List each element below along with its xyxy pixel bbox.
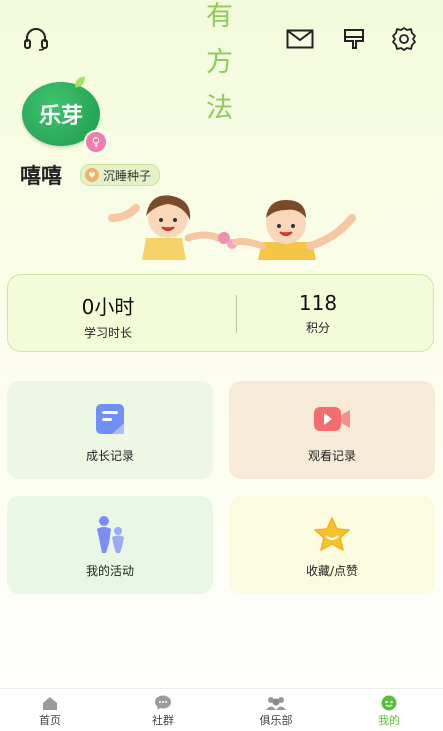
heart-badge-icon: ♥ [85,168,99,182]
level-badge[interactable]: ♥ 沉睡种子 [80,164,161,186]
level-badge-label: 沉睡种子 [103,168,152,183]
nav-label: 我的 [378,714,400,727]
slogan-char: 法 [206,93,233,124]
study-time-stat[interactable]: 0小时 学习时长 [8,275,208,341]
points-stat[interactable]: 118 积分 [258,275,378,336]
people-icon [241,694,311,712]
watch-record-label: 观看记录 [307,449,356,463]
growth-record-icon [90,401,130,437]
theme-brush-icon[interactable] [340,26,368,52]
study-time-value: 0小时 [81,295,135,319]
leaf-icon [72,76,88,88]
family-activity-icon [90,516,130,553]
study-time-label: 学习时长 [83,326,132,340]
star-icon [312,516,352,552]
slogan: 有 方 法 [206,0,233,132]
nav-label: 俱乐部 [259,714,293,727]
profile-icon [354,694,424,712]
gear-icon[interactable] [390,26,418,52]
my-activity-tile[interactable]: 我的活动 [7,496,213,594]
home-icon [15,694,85,712]
username: 嘻嘻 [20,164,62,188]
stats-divider [236,295,237,333]
nav-item-community[interactable]: 社群 [128,694,198,728]
logo-text: 乐芽 [38,104,83,129]
slogan-char: 有 [206,1,233,32]
nav-label: 社群 [152,714,174,727]
growth-record-tile[interactable]: 成长记录 [7,381,213,479]
favorites-likes-label: 收藏/点赞 [305,564,359,578]
stats-card: 0小时 学习时长 118 积分 [7,274,434,352]
headset-icon[interactable] [22,26,50,52]
nav-item-mine[interactable]: 我的 [354,694,424,728]
video-record-icon [312,401,352,437]
points-value: 118 [298,291,338,315]
mail-icon[interactable] [286,26,314,52]
nav-label: 首页 [39,714,61,727]
kids-illustration [106,188,366,260]
my-activity-label: 我的活动 [85,564,134,578]
growth-record-label: 成长记录 [85,449,134,463]
watch-record-tile[interactable]: 观看记录 [229,381,435,479]
chat-icon [128,694,198,712]
nav-item-club[interactable]: 俱乐部 [241,694,311,728]
slogan-char: 方 [206,47,233,78]
bottom-nav: 首页 社群 俱乐部 我的 [0,688,443,731]
points-label: 积分 [305,321,330,335]
nav-item-home[interactable]: 首页 [15,694,85,728]
favorites-likes-tile[interactable]: 收藏/点赞 [229,496,435,594]
female-gender-icon: ♀ [84,130,108,154]
